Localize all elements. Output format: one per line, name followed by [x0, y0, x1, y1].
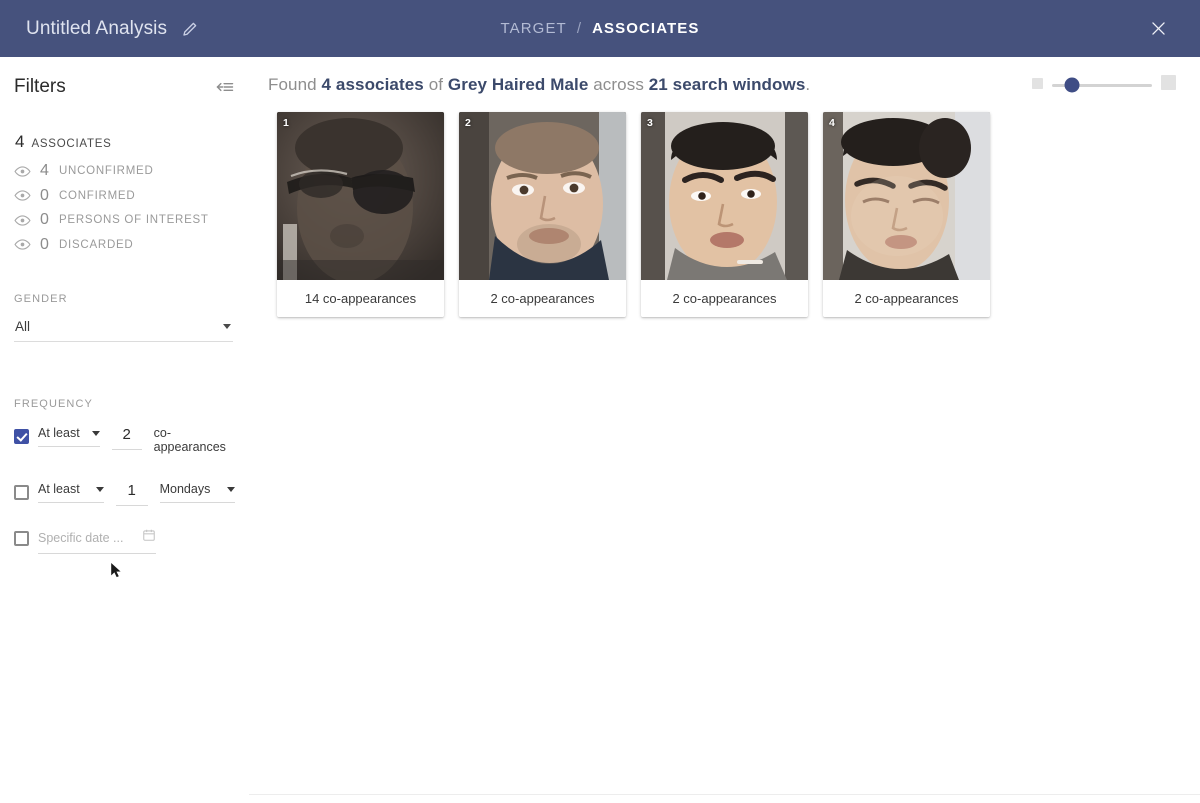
result-across: across — [593, 75, 644, 94]
count-row-unconfirmed[interactable]: 4 UNCONFIRMED — [14, 159, 235, 184]
associate-card[interactable]: 3 2 co-appearances — [641, 112, 808, 317]
count-row-confirmed[interactable]: 0 CONFIRMED — [14, 184, 235, 209]
eye-icon[interactable] — [14, 212, 31, 229]
result-prefix: Found — [268, 75, 317, 94]
chevron-down-icon — [227, 486, 235, 492]
associate-thumbnail[interactable]: 2 — [459, 112, 626, 280]
close-button[interactable] — [1144, 15, 1172, 43]
count-value: 0 — [40, 211, 49, 229]
grey-haired-male-with-glasses-image — [277, 112, 444, 280]
young-asian-man-front-image — [641, 112, 808, 280]
slider-track[interactable] — [1052, 77, 1152, 93]
breadcrumb-associates[interactable]: ASSOCIATES — [592, 20, 699, 37]
chevron-down-icon — [95, 486, 104, 492]
specific-date-checkbox[interactable] — [14, 531, 29, 546]
specific-date-placeholder: Specific date ... — [38, 530, 124, 545]
slider-thumb[interactable] — [1064, 77, 1080, 93]
eye-icon[interactable] — [14, 236, 31, 253]
coappearances-operator-value: At least — [38, 426, 80, 440]
card-badge: 4 — [829, 117, 835, 129]
sidebar-header: Filters — [14, 57, 235, 98]
asian-man-looking-down-image — [823, 112, 990, 280]
count-row-discarded[interactable]: 0 DISCARDED — [14, 233, 235, 258]
result-suffix: . — [805, 75, 811, 94]
card-caption: 2 co-appearances — [459, 280, 626, 317]
frequency-row-weekday: At least 1 Mondays — [14, 482, 235, 506]
coappearances-checkbox[interactable] — [14, 429, 29, 444]
card-badge: 1 — [283, 117, 289, 129]
total-associates-label: ASSOCIATES — [31, 138, 112, 150]
associate-thumbnail[interactable]: 4 — [823, 112, 990, 280]
result-windows-count: 21 search windows — [648, 75, 806, 94]
specific-date-input[interactable]: Specific date ... — [38, 528, 156, 554]
collapse-left-icon[interactable] — [215, 77, 235, 97]
coappearances-amount-value: 2 — [122, 426, 131, 443]
breadcrumb-separator: / — [576, 20, 583, 37]
calendar-icon[interactable] — [142, 528, 156, 547]
associate-thumbnail[interactable]: 1 — [277, 112, 444, 280]
card-caption: 2 co-appearances — [823, 280, 990, 317]
associate-counts: 4 ASSOCIATES 4 UNCONFIRMED 0 CONFIRMED 0… — [14, 132, 235, 257]
thumbnail-size-slider — [1032, 75, 1176, 95]
coappearances-amount-input[interactable]: 2 — [111, 426, 142, 450]
associate-card[interactable]: 4 2 co-appearances — [823, 112, 990, 317]
count-value: 0 — [40, 186, 49, 204]
result-bar: Found 4 associates of Grey Haired Male a… — [268, 75, 1186, 95]
count-label: PERSONS OF INTEREST — [59, 214, 209, 227]
result-associates-count: 4 associates — [321, 75, 424, 94]
coappearances-operator-select[interactable]: At least — [38, 426, 100, 447]
filters-sidebar: Filters 4 ASSOCIATES 4 UNCONFIRMED 0 CON… — [0, 57, 249, 803]
count-value: 0 — [40, 235, 49, 253]
large-grid-icon[interactable] — [1161, 75, 1176, 95]
card-caption: 2 co-appearances — [641, 280, 808, 317]
weekday-amount-input[interactable]: 1 — [115, 482, 148, 506]
count-label: DISCARDED — [59, 238, 134, 251]
associates-grid: 1 14 co-appearances 2 2 co-appearances 3… — [277, 112, 990, 317]
app-header: Untitled Analysis TARGET / ASSOCIATES — [0, 0, 1200, 57]
light-skinned-man-stubble-image — [459, 112, 626, 280]
result-summary: Found 4 associates of Grey Haired Male a… — [268, 75, 810, 95]
weekday-operator-select[interactable]: At least — [38, 482, 104, 503]
associate-thumbnail[interactable]: 3 — [641, 112, 808, 280]
gender-value: All — [15, 319, 31, 334]
card-badge: 3 — [647, 117, 653, 129]
count-value: 4 — [40, 162, 49, 180]
result-of: of — [428, 75, 444, 94]
frequency-row-coappearances: At least 2 co-appearances — [14, 426, 235, 460]
weekday-checkbox[interactable] — [14, 485, 29, 500]
weekday-operator-value: At least — [38, 482, 80, 496]
weekday-value: Mondays — [159, 482, 211, 496]
card-caption: 14 co-appearances — [277, 280, 444, 317]
count-label: CONFIRMED — [59, 189, 136, 202]
total-associates-count: 4 — [15, 132, 25, 151]
card-badge: 2 — [465, 117, 471, 129]
chevron-down-icon — [91, 430, 100, 436]
sidebar-title: Filters — [14, 76, 66, 97]
coappearances-unit-label: co-appearances — [153, 426, 226, 454]
frequency-label: FREQUENCY — [14, 398, 93, 410]
breadcrumb: TARGET / ASSOCIATES — [0, 20, 1200, 37]
count-row-persons-of-interest[interactable]: 0 PERSONS OF INTEREST — [14, 208, 235, 233]
eye-icon[interactable] — [14, 163, 31, 180]
breadcrumb-target[interactable]: TARGET — [500, 20, 566, 37]
eye-icon[interactable] — [14, 187, 31, 204]
associate-card[interactable]: 2 2 co-appearances — [459, 112, 626, 317]
result-target-name: Grey Haired Male — [447, 75, 589, 94]
bottom-divider — [249, 794, 1200, 795]
associate-card[interactable]: 1 14 co-appearances — [277, 112, 444, 317]
close-icon — [1151, 22, 1165, 35]
small-grid-icon[interactable] — [1032, 76, 1043, 94]
weekday-amount-value: 1 — [127, 482, 136, 499]
gender-filter: GENDER All — [14, 293, 235, 342]
count-label: UNCONFIRMED — [59, 165, 154, 178]
chevron-down-icon — [223, 324, 231, 329]
gender-select[interactable]: All — [14, 319, 233, 342]
total-associates: 4 ASSOCIATES — [14, 132, 235, 152]
associates-main-panel: Found 4 associates of Grey Haired Male a… — [249, 57, 1200, 803]
frequency-row-specific-date: Specific date ... — [14, 528, 235, 554]
gender-label: GENDER — [14, 293, 68, 305]
weekday-select[interactable]: Mondays — [159, 482, 235, 503]
